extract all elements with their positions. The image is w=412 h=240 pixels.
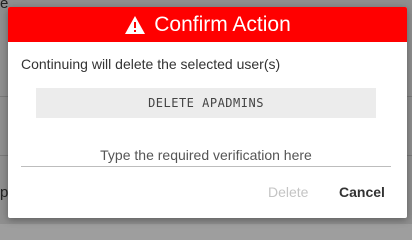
- cancel-button[interactable]: Cancel: [335, 181, 389, 203]
- dialog-title: Confirm Action: [154, 13, 291, 36]
- dialog-message: Continuing will delete the selected user…: [21, 56, 281, 72]
- verification-input[interactable]: [21, 144, 391, 167]
- confirmation-code: DELETE APADMINS: [36, 88, 376, 118]
- dialog-header: Confirm Action: [8, 7, 407, 42]
- warning-icon: [124, 15, 146, 35]
- confirm-dialog: Confirm Action Continuing will delete th…: [8, 7, 407, 218]
- delete-button[interactable]: Delete: [264, 181, 312, 203]
